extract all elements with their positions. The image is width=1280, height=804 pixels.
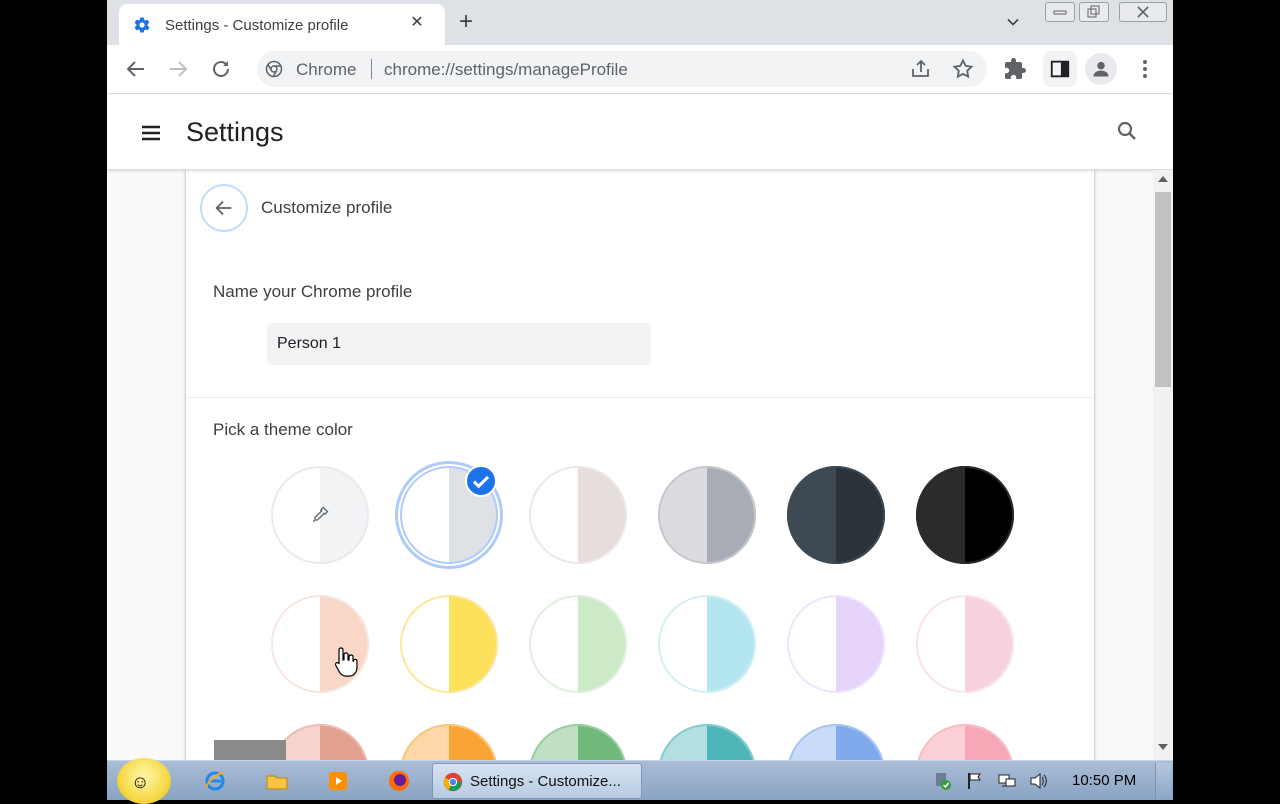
overlay-block (214, 740, 286, 760)
back-button[interactable] (200, 184, 248, 232)
browser-toolbar: Chrome chrome://settings/manageProfile (107, 45, 1173, 94)
chrome-logo-icon (265, 60, 283, 78)
side-panel-icon (1050, 60, 1070, 78)
taskbar-media-player[interactable] (310, 764, 366, 798)
page-title: Settings (186, 117, 284, 147)
desktop-screen: Settings - Customize profile ✕ + Chrome … (0, 0, 1280, 804)
theme-color-swatch[interactable] (658, 466, 756, 564)
taskbar-window-label: Settings - Customize... (470, 773, 621, 790)
tab-close-icon[interactable]: ✕ (407, 13, 427, 33)
taskbar-chrome-window[interactable]: Settings - Customize... (432, 763, 642, 799)
settings-content: Customize profile Name your Chrome profi… (107, 170, 1173, 760)
swatch-border (787, 595, 885, 693)
back-arrow-icon[interactable] (124, 57, 148, 81)
window-close-button[interactable] (1119, 2, 1167, 22)
theme-color-swatch[interactable] (916, 595, 1014, 693)
url-text[interactable]: chrome://settings/manageProfile (384, 60, 628, 80)
letterbox-right (1173, 0, 1280, 800)
profile-name-input[interactable] (267, 323, 651, 365)
windows-taskbar: ☺ Settings - Customize... 10:50 PM (107, 758, 1173, 804)
taskbar-explorer[interactable] (249, 764, 305, 798)
smiley-icon: ☺ (131, 772, 150, 792)
share-icon[interactable] (909, 57, 933, 81)
arrow-left-icon (215, 200, 232, 216)
theme-color-swatch[interactable] (787, 595, 885, 693)
show-desktop-button[interactable] (1155, 763, 1171, 799)
hand-cursor-icon (334, 647, 358, 677)
gear-icon (134, 17, 150, 33)
tab-settings[interactable]: Settings - Customize profile ✕ (119, 4, 445, 45)
bookmark-star-icon[interactable] (951, 57, 975, 81)
page-scrollbar[interactable] (1153, 170, 1173, 760)
flag-icon[interactable] (965, 771, 985, 791)
scroll-down-arrow-icon[interactable] (1158, 744, 1168, 750)
start-button[interactable]: ☺ (117, 758, 171, 804)
theme-color-label: Pick a theme color (213, 420, 353, 439)
theme-color-swatch[interactable] (658, 595, 756, 693)
tab-title: Settings - Customize profile (165, 17, 349, 34)
extensions-puzzle-icon[interactable] (1003, 57, 1027, 81)
folder-icon (266, 775, 288, 790)
firefox-icon (389, 771, 409, 791)
more-menu-icon[interactable] (1133, 57, 1157, 81)
profile-avatar-button[interactable] (1085, 53, 1117, 85)
chrome-window: Settings - Customize profile ✕ + Chrome … (107, 0, 1173, 760)
selected-check-icon (465, 465, 497, 497)
swatch-border (658, 595, 756, 693)
profile-name-label: Name your Chrome profile (213, 282, 413, 301)
minimize-button[interactable] (1045, 2, 1075, 22)
theme-color-swatch[interactable] (787, 466, 885, 564)
theme-color-swatch[interactable] (529, 724, 627, 760)
search-icon[interactable] (1115, 119, 1139, 143)
omnibox-separator (371, 59, 372, 79)
volume-icon[interactable] (1028, 771, 1048, 791)
eyedropper-icon (310, 505, 330, 530)
theme-color-swatch[interactable] (400, 724, 498, 760)
restore-button[interactable] (1079, 2, 1109, 22)
chevron-down-icon[interactable] (1003, 12, 1023, 32)
scroll-thumb[interactable] (1155, 192, 1171, 387)
swatch-border (400, 595, 498, 693)
settings-header: Settings (107, 95, 1173, 170)
system-clock[interactable]: 10:50 PM (1072, 772, 1136, 789)
theme-color-swatch[interactable] (658, 724, 756, 760)
tab-strip: Settings - Customize profile ✕ + (107, 0, 1173, 45)
swatch-border (916, 595, 1014, 693)
security-shield-icon[interactable] (933, 771, 953, 791)
taskbar-ie[interactable] (187, 764, 243, 798)
section-divider (186, 397, 1094, 398)
new-tab-button[interactable]: + (453, 10, 479, 36)
scroll-up-arrow-icon[interactable] (1158, 176, 1168, 182)
side-panel-button[interactable] (1043, 51, 1077, 87)
swatch-border (658, 466, 756, 564)
swatch-border (529, 595, 627, 693)
swatch-border (787, 466, 885, 564)
forward-arrow-icon[interactable] (166, 57, 190, 81)
subpage-title: Customize profile (261, 198, 393, 217)
network-icon[interactable] (997, 771, 1017, 791)
theme-color-swatch[interactable] (529, 595, 627, 693)
internet-explorer-icon (205, 771, 225, 791)
taskbar-firefox[interactable] (371, 764, 427, 798)
theme-color-swatch[interactable] (787, 724, 885, 760)
theme-color-swatch[interactable] (271, 595, 369, 693)
swatch-border (529, 466, 627, 564)
customize-profile-card: Customize profile Name your Chrome profi… (186, 170, 1094, 760)
swatch-border (271, 595, 369, 693)
theme-color-swatch[interactable] (400, 595, 498, 693)
chrome-icon (443, 772, 463, 792)
theme-color-swatch[interactable] (916, 466, 1014, 564)
media-player-icon (329, 772, 347, 790)
swatch-border (916, 466, 1014, 564)
reload-icon[interactable] (209, 57, 233, 81)
person-icon (1093, 61, 1109, 77)
letterbox-left (0, 0, 107, 800)
hamburger-menu-icon[interactable] (139, 121, 163, 145)
theme-color-grid (271, 461, 1031, 760)
theme-color-swatch[interactable] (916, 724, 1014, 760)
site-chip: Chrome (296, 60, 357, 79)
theme-color-swatch[interactable] (529, 466, 627, 564)
address-bar[interactable]: Chrome chrome://settings/manageProfile (257, 51, 987, 87)
